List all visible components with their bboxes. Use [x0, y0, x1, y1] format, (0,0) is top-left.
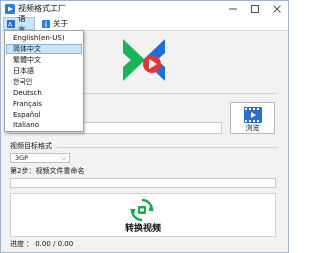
language-option-ja[interactable]: 日本語: [6, 66, 82, 76]
language-option-fr[interactable]: Français: [6, 99, 82, 109]
progress-value: ： 0.00 / 0.00: [26, 240, 74, 248]
info-icon: [42, 19, 50, 28]
minimize-icon: [229, 8, 237, 10]
browse-button[interactable]: 浏览: [230, 102, 275, 134]
menu-about-label: 关于: [53, 19, 68, 28]
convert-button-label: 转换视频: [124, 224, 161, 234]
language-option-zh-hant[interactable]: 繁體中文: [6, 55, 82, 65]
progress-status: 进度： 0.00 / 0.00: [10, 240, 75, 249]
target-format-separator: [57, 147, 277, 148]
browse-button-label: 浏览: [245, 124, 260, 132]
step2-label: 第2步：视频文件重命名: [10, 167, 85, 175]
menu-language[interactable]: A 语言: [3, 14, 35, 34]
menu-bar: A 语言 关于: [1, 14, 288, 34]
menu-about[interactable]: 关于: [39, 17, 75, 30]
close-icon: [273, 5, 281, 13]
maximize-button[interactable]: [244, 1, 266, 17]
chevron-down-icon: ⌵: [61, 155, 66, 162]
format-select[interactable]: 3GP ⌵: [10, 153, 70, 163]
rename-input[interactable]: [10, 178, 276, 188]
target-format-label: 视频目标格式: [10, 142, 52, 150]
language-option-en-us[interactable]: English(en-US): [6, 33, 82, 43]
maximize-icon: [251, 5, 259, 13]
app-window: 视频格式工厂 A 语言 关于 浏览 视频目标格式 3GP ⌵ 第2步：视频文件重…: [0, 0, 289, 253]
minimize-button[interactable]: [222, 1, 244, 17]
convert-button[interactable]: 转换视频: [10, 193, 276, 237]
language-dropdown-menu: English(en-US) 简体中文 繁體中文 日本語 한국인 Deutsch…: [4, 30, 84, 132]
close-button[interactable]: [266, 1, 288, 17]
language-option-ko[interactable]: 한국인: [6, 77, 82, 87]
language-icon: A: [7, 19, 15, 28]
app-logo-icon: [5, 4, 15, 14]
app-brand-logo: [123, 39, 165, 81]
convert-icon: [130, 198, 154, 222]
language-option-it[interactable]: Italiano: [6, 120, 82, 130]
format-select-value: 3GP: [15, 154, 29, 162]
film-icon: [244, 107, 262, 123]
language-option-es[interactable]: Español: [6, 110, 82, 120]
title-bar: 视频格式工厂: [1, 1, 288, 17]
language-option-zh-hans[interactable]: 简体中文: [6, 44, 82, 54]
progress-label: 进度: [10, 240, 24, 248]
language-option-de[interactable]: Deutsch: [6, 88, 82, 98]
